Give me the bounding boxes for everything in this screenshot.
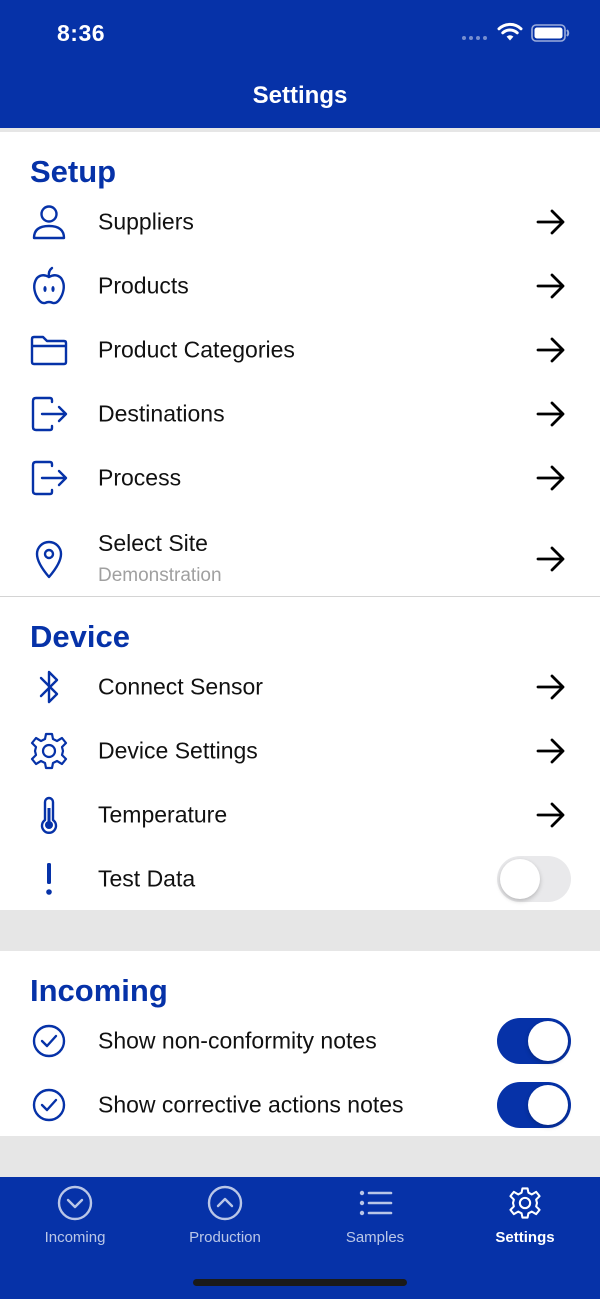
corrective-actions-notes-toggle[interactable] [497, 1082, 571, 1128]
exclamation-icon [46, 863, 52, 895]
tab-label: Incoming [44, 1229, 106, 1246]
arrow-right-icon [536, 802, 565, 828]
row-label: Destinations [98, 400, 225, 427]
arrow-right-icon [536, 401, 565, 427]
row-temperature[interactable]: Temperature [0, 783, 600, 847]
chevron-down-circle-icon [57, 1185, 93, 1221]
toggle-knob [500, 859, 540, 899]
row-device-settings[interactable]: Device Settings [0, 719, 600, 783]
home-indicator [193, 1279, 407, 1286]
tab-production[interactable]: Production [150, 1177, 300, 1267]
arrow-right-icon [536, 273, 565, 299]
setup-section: Setup Suppliers Products Product Categor… [0, 132, 600, 596]
bluetooth-icon [39, 670, 59, 704]
location-pin-icon [35, 540, 63, 579]
folder-icon [30, 335, 68, 366]
toggle-knob [528, 1085, 568, 1125]
row-label: Test Data [98, 865, 196, 892]
section-title-device: Device [30, 619, 130, 654]
gear-icon [509, 1187, 541, 1219]
row-label: Products [98, 272, 189, 299]
row-sublabel: Demonstration [98, 565, 222, 586]
tab-label: Samples [345, 1229, 405, 1246]
page-title: Settings [252, 82, 348, 109]
row-label: Product Categories [98, 336, 295, 363]
section-title-incoming: Incoming [30, 973, 168, 1008]
row-label: Suppliers [98, 208, 194, 235]
row-label: Select Site [98, 530, 208, 556]
row-label: Show non-conformity notes [98, 1027, 377, 1054]
row-suppliers[interactable]: Suppliers [0, 190, 600, 254]
section-title-setup: Setup [30, 154, 117, 189]
arrow-right-icon [536, 337, 565, 363]
check-circle-icon [32, 1088, 66, 1122]
tab-label: Production [189, 1229, 261, 1246]
row-test-data: Test Data [0, 847, 600, 911]
row-connect-sensor[interactable]: Connect Sensor [0, 655, 600, 719]
tab-settings[interactable]: Settings [450, 1177, 600, 1267]
check-circle-icon [32, 1024, 66, 1058]
row-show-non-conformity-notes: Show non-conformity notes [0, 1009, 600, 1073]
row-destinations[interactable]: Destinations [0, 382, 600, 446]
wifi-icon [497, 22, 523, 41]
tab-samples[interactable]: Samples [300, 1177, 450, 1267]
row-label: Process [98, 464, 182, 491]
row-label: Show corrective actions notes [98, 1091, 404, 1118]
chevron-up-circle-icon [207, 1185, 243, 1221]
arrow-right-icon [536, 674, 565, 700]
test-data-toggle[interactable] [497, 856, 571, 902]
tab-label: Settings [495, 1229, 555, 1246]
device-section: Device Connect Sensor Device Settings Te… [0, 597, 600, 910]
row-show-corrective-actions-notes: Show corrective actions notes [0, 1073, 600, 1137]
battery-icon [531, 24, 570, 42]
row-label: Device Settings [98, 737, 258, 764]
tab-bar: Incoming Production Samples Settings [0, 1177, 600, 1299]
status-time: 8:36 [57, 20, 106, 46]
row-label: Connect Sensor [98, 673, 263, 700]
arrow-right-icon [536, 738, 565, 764]
row-product-categories[interactable]: Product Categories [0, 318, 600, 382]
arrow-right-icon [536, 209, 565, 235]
arrow-right-icon [536, 465, 565, 491]
nav-header: 8:36 Settings [0, 0, 600, 128]
person-icon [32, 205, 66, 240]
non-conformity-notes-toggle[interactable] [497, 1018, 571, 1064]
signal-dots-icon [462, 36, 487, 40]
gear-icon [30, 732, 68, 770]
row-products[interactable]: Products [0, 254, 600, 318]
tab-incoming[interactable]: Incoming [0, 1177, 150, 1267]
row-label: Temperature [98, 801, 228, 828]
row-select-site[interactable]: Select Site Demonstration [0, 520, 600, 598]
thermometer-icon [40, 796, 58, 834]
exit-icon [31, 460, 68, 496]
row-process[interactable]: Process [0, 446, 600, 510]
incoming-section: Incoming Show non-conformity notes Show … [0, 951, 600, 1136]
apple-icon [33, 266, 65, 305]
list-icon [359, 1190, 393, 1216]
toggle-knob [528, 1021, 568, 1061]
arrow-right-icon [536, 546, 565, 572]
exit-icon [31, 396, 68, 432]
